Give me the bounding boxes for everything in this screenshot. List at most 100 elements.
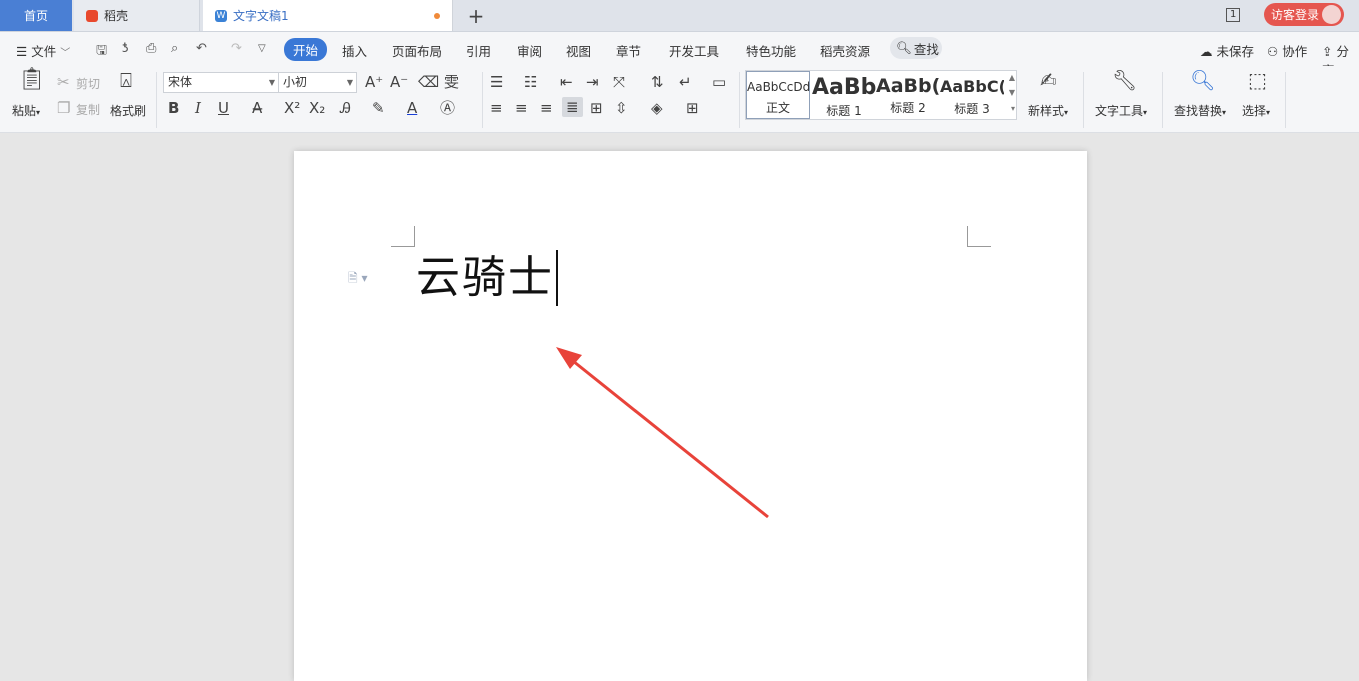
menu-special-features[interactable]: 特色功能 — [746, 41, 796, 60]
share-icon: ⇪ — [1322, 44, 1333, 59]
align-right-icon[interactable]: ≡ — [540, 100, 553, 116]
format-painter-icon[interactable]: ⍓ — [120, 70, 132, 90]
paste-button[interactable]: 粘贴▾ — [12, 102, 40, 119]
underline-icon[interactable]: U — [218, 100, 229, 116]
new-tab-button[interactable]: + — [466, 4, 486, 28]
document-text[interactable]: 云骑士 — [416, 250, 558, 306]
text-effect-icon[interactable]: Ꭿ — [340, 100, 351, 116]
paste-icon[interactable]: 📋︎ — [18, 69, 46, 91]
hamburger-icon: ☰ — [16, 44, 28, 59]
show-marks-icon[interactable]: ↵ — [679, 74, 692, 90]
style-gallery: AaBbCcDd 正文 AaBb 标题 1 AaBb( 标题 2 AaBbC( … — [745, 70, 1017, 120]
distributed-align-icon[interactable]: ⊞ — [590, 100, 603, 116]
font-size-select[interactable]: 小初 ▼ — [278, 72, 357, 93]
find-replace-button[interactable]: 查找替换▾ — [1174, 102, 1226, 119]
collaborate-button[interactable]: ⚇ 协作 — [1267, 41, 1307, 60]
table-ruler-icon[interactable]: ▭ — [712, 74, 726, 90]
page-indicator[interactable]: 1 — [1226, 8, 1241, 22]
divider — [739, 72, 740, 128]
bold-icon[interactable]: B — [168, 100, 179, 116]
menu-file[interactable]: ☰ 文件 ﹀ — [16, 41, 70, 60]
font-color-icon[interactable]: A — [407, 100, 417, 116]
search-icon: 🔍︎ — [896, 40, 912, 55]
menu-references[interactable]: 引用 — [466, 41, 491, 60]
print-icon[interactable]: ⎙ — [146, 41, 156, 56]
justify-icon[interactable]: ≣ — [562, 97, 583, 117]
new-style-button[interactable]: 新样式▾ — [1028, 102, 1068, 119]
shading-icon[interactable]: ◈ — [651, 100, 663, 116]
sort-icon[interactable]: ⇅ — [651, 74, 664, 90]
menu-developer-tools[interactable]: 开发工具 — [669, 41, 719, 60]
menu-daoke-resources[interactable]: 稻壳资源 — [820, 41, 870, 60]
divider — [1083, 72, 1084, 128]
chinese-layout-icon[interactable]: ⤧ — [613, 74, 625, 90]
format-painter-button[interactable]: 格式刷 — [110, 102, 146, 119]
unsaved-status[interactable]: ☁ 未保存 — [1200, 41, 1254, 60]
menu-chapter[interactable]: 章节 — [616, 41, 641, 60]
copy-icon[interactable]: ❐ — [57, 100, 70, 116]
chevron-down-icon: ▼ — [268, 78, 275, 87]
align-center-icon[interactable]: ≡ — [515, 100, 528, 116]
pinyin-guide-icon[interactable]: 雯 — [444, 74, 459, 90]
margin-corner-left — [391, 226, 415, 247]
search-button[interactable]: 🔍︎ 查找 — [890, 37, 942, 59]
guest-login-button[interactable]: 访客登录 — [1264, 3, 1344, 26]
save-icon[interactable]: 🖫 — [96, 41, 107, 63]
style-heading-3[interactable]: AaBbC( 标题 3 — [940, 71, 1004, 119]
find-replace-icon[interactable]: 🔍︎ — [1190, 70, 1215, 90]
increase-indent-icon[interactable]: ⇥ — [586, 74, 599, 90]
collaborate-label: 协作 — [1282, 44, 1308, 59]
style-more-icon[interactable]: ▾ — [1011, 104, 1015, 113]
select-cursor-icon[interactable]: ⬚ — [1248, 70, 1267, 90]
style-scroll-up-icon[interactable]: ▲ — [1009, 73, 1015, 82]
subscript-icon[interactable]: X₂ — [309, 100, 325, 116]
style-scroll-down-icon[interactable]: ▼ — [1009, 88, 1015, 97]
highlight-icon[interactable]: ✎ — [372, 100, 385, 116]
borders-icon[interactable]: ⊞ — [686, 100, 699, 116]
document-page[interactable]: 🗎︎ ▾ 云骑士 — [294, 151, 1087, 681]
menu-page-layout[interactable]: 页面布局 — [392, 41, 442, 60]
bullet-list-icon[interactable]: ☰ — [490, 74, 503, 90]
align-left-icon[interactable]: ≡ — [490, 100, 503, 116]
shrink-font-icon[interactable]: A⁻ — [390, 74, 408, 90]
numbered-list-icon[interactable]: ☷ — [524, 74, 537, 90]
grow-font-icon[interactable]: A⁺ — [365, 74, 383, 90]
font-name-select[interactable]: 宋体 ▼ — [163, 72, 279, 93]
menu-start[interactable]: 开始 — [284, 38, 328, 61]
quick-access-more-icon[interactable]: ▽ — [258, 43, 266, 54]
redo-icon[interactable]: ↷ — [231, 41, 242, 56]
menu-review[interactable]: 审阅 — [517, 41, 542, 60]
undo-icon[interactable]: ↶ — [196, 41, 207, 56]
decrease-indent-icon[interactable]: ⇤ — [560, 74, 573, 90]
cut-button[interactable]: 剪切 — [76, 75, 100, 92]
cloud-icon: ☁ — [1200, 44, 1213, 59]
format-painter-quick-icon[interactable]: ƾ — [122, 41, 129, 56]
print-preview-icon[interactable]: ⌕ — [171, 41, 178, 56]
clear-format-icon[interactable]: ⌫ — [418, 74, 439, 90]
superscript-icon[interactable]: X² — [284, 100, 300, 116]
select-button[interactable]: 选择▾ — [1242, 102, 1270, 119]
text-tools-button[interactable]: 文字工具▾ — [1095, 102, 1147, 119]
strikethrough-icon[interactable]: A̶ — [252, 100, 262, 116]
paragraph-handle-icon[interactable]: 🗎︎ ▾ — [348, 269, 368, 290]
line-spacing-icon[interactable]: ⇳ — [615, 100, 628, 116]
menu-insert[interactable]: 插入 — [342, 41, 367, 60]
tab-daoke[interactable]: 稻壳 — [74, 0, 200, 31]
new-style-icon[interactable]: ✍ — [1040, 70, 1057, 90]
italic-icon[interactable]: I — [195, 100, 201, 116]
char-border-icon[interactable]: Ⓐ — [440, 100, 455, 116]
menu-view[interactable]: 视图 — [566, 41, 591, 60]
copy-button[interactable]: 复制 — [76, 101, 100, 118]
style-heading-2[interactable]: AaBb( 标题 2 — [876, 71, 940, 119]
divider — [156, 72, 157, 128]
avatar-icon — [1322, 5, 1341, 24]
divider — [1285, 72, 1286, 128]
style-heading-1[interactable]: AaBb 标题 1 — [812, 71, 876, 119]
chevron-down-icon: ▼ — [346, 78, 353, 87]
scissors-icon[interactable]: ✂ — [57, 74, 70, 90]
wrench-icon[interactable]: 🔧︎ — [1112, 70, 1137, 90]
style-heading-3-label: 标题 3 — [954, 102, 990, 116]
tab-home[interactable]: 首页 — [0, 0, 72, 31]
tab-document[interactable]: W 文字文稿1 — [203, 0, 453, 31]
style-normal[interactable]: AaBbCcDd 正文 — [746, 71, 810, 119]
